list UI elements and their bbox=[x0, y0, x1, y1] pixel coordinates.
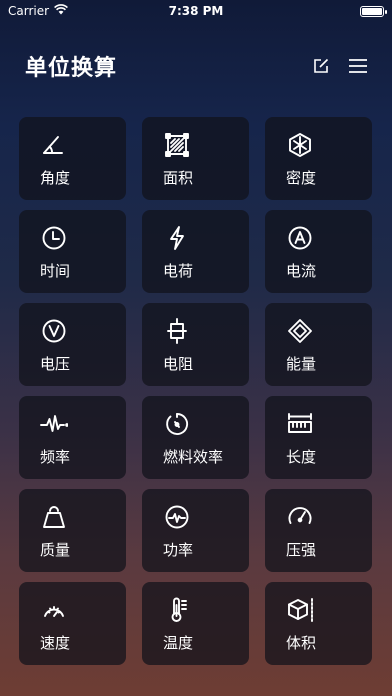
clock-icon bbox=[40, 224, 68, 252]
ampere-icon bbox=[286, 224, 314, 252]
unit-tile[interactable]: 质量 bbox=[19, 489, 126, 572]
gauge-icon bbox=[286, 503, 314, 531]
header: 单位换算 bbox=[0, 44, 392, 88]
unit-tile[interactable]: 体积 bbox=[265, 582, 372, 665]
unit-tile-label: 电压 bbox=[40, 355, 71, 373]
unit-tile-label: 频率 bbox=[40, 448, 71, 466]
energy-icon bbox=[286, 317, 314, 345]
unit-tile-label: 长度 bbox=[286, 448, 317, 466]
unit-tile[interactable]: 电流 bbox=[265, 210, 372, 293]
edit-icon[interactable] bbox=[312, 57, 330, 75]
unit-tile[interactable]: 电阻 bbox=[142, 303, 249, 386]
unit-tile-label: 电荷 bbox=[163, 262, 194, 280]
lightning-icon bbox=[163, 224, 191, 252]
unit-tile-label: 时间 bbox=[40, 262, 71, 280]
unit-tile[interactable]: 频率 bbox=[19, 396, 126, 479]
unit-tile[interactable]: 密度 bbox=[265, 117, 372, 200]
angle-icon bbox=[40, 131, 68, 159]
volt-icon bbox=[40, 317, 68, 345]
unit-tile[interactable]: 电荷 bbox=[142, 210, 249, 293]
battery-icon bbox=[360, 5, 387, 17]
unit-tile[interactable]: 功率 bbox=[142, 489, 249, 572]
resistor-icon bbox=[163, 317, 191, 345]
unit-tile[interactable]: 长度 bbox=[265, 396, 372, 479]
unit-tile[interactable]: 速度 bbox=[19, 582, 126, 665]
unit-tile-label: 角度 bbox=[40, 169, 71, 187]
unit-tile[interactable]: 时间 bbox=[19, 210, 126, 293]
unit-tile-label: 压强 bbox=[286, 541, 317, 559]
density-icon bbox=[286, 131, 314, 159]
unit-category-grid: 角度 面积 密度时间 电荷 电流电压 电阻 能量频率 燃料效率 长度质量 功率 压强速度 温度 体积 bbox=[19, 117, 372, 665]
area-icon bbox=[163, 131, 191, 159]
unit-tile[interactable]: 压强 bbox=[265, 489, 372, 572]
unit-tile-label: 面积 bbox=[163, 169, 194, 187]
header-actions bbox=[312, 57, 368, 75]
menu-icon[interactable] bbox=[348, 58, 368, 74]
unit-tile[interactable]: 面积 bbox=[142, 117, 249, 200]
unit-tile-label: 电流 bbox=[286, 262, 317, 280]
thermometer-icon bbox=[163, 596, 191, 624]
page-title: 单位换算 bbox=[25, 56, 118, 81]
unit-tile-label: 密度 bbox=[286, 169, 317, 187]
status-bar: Carrier 7:38 PM bbox=[0, 0, 392, 22]
unit-tile[interactable]: 角度 bbox=[19, 117, 126, 200]
unit-tile-label: 能量 bbox=[286, 355, 317, 373]
speedometer-icon bbox=[40, 596, 68, 624]
unit-tile-label: 温度 bbox=[163, 634, 194, 652]
power-icon bbox=[163, 503, 191, 531]
unit-tile[interactable]: 电压 bbox=[19, 303, 126, 386]
unit-tile-label: 燃料效率 bbox=[163, 448, 224, 466]
status-time: 7:38 PM bbox=[168, 4, 224, 18]
cube-icon bbox=[286, 596, 314, 624]
unit-tile-label: 体积 bbox=[286, 634, 317, 652]
unit-tile[interactable]: 温度 bbox=[142, 582, 249, 665]
unit-tile[interactable]: 燃料效率 bbox=[142, 396, 249, 479]
unit-tile[interactable]: 能量 bbox=[265, 303, 372, 386]
waveform-icon bbox=[40, 410, 68, 438]
unit-tile-label: 功率 bbox=[163, 541, 194, 559]
fuel-efficiency-icon bbox=[163, 410, 191, 438]
unit-tile-label: 电阻 bbox=[163, 355, 194, 373]
battery-level bbox=[362, 7, 382, 15]
ruler-icon bbox=[286, 410, 314, 438]
weight-icon bbox=[40, 503, 68, 531]
unit-tile-label: 速度 bbox=[40, 634, 71, 652]
unit-tile-label: 质量 bbox=[40, 541, 71, 559]
